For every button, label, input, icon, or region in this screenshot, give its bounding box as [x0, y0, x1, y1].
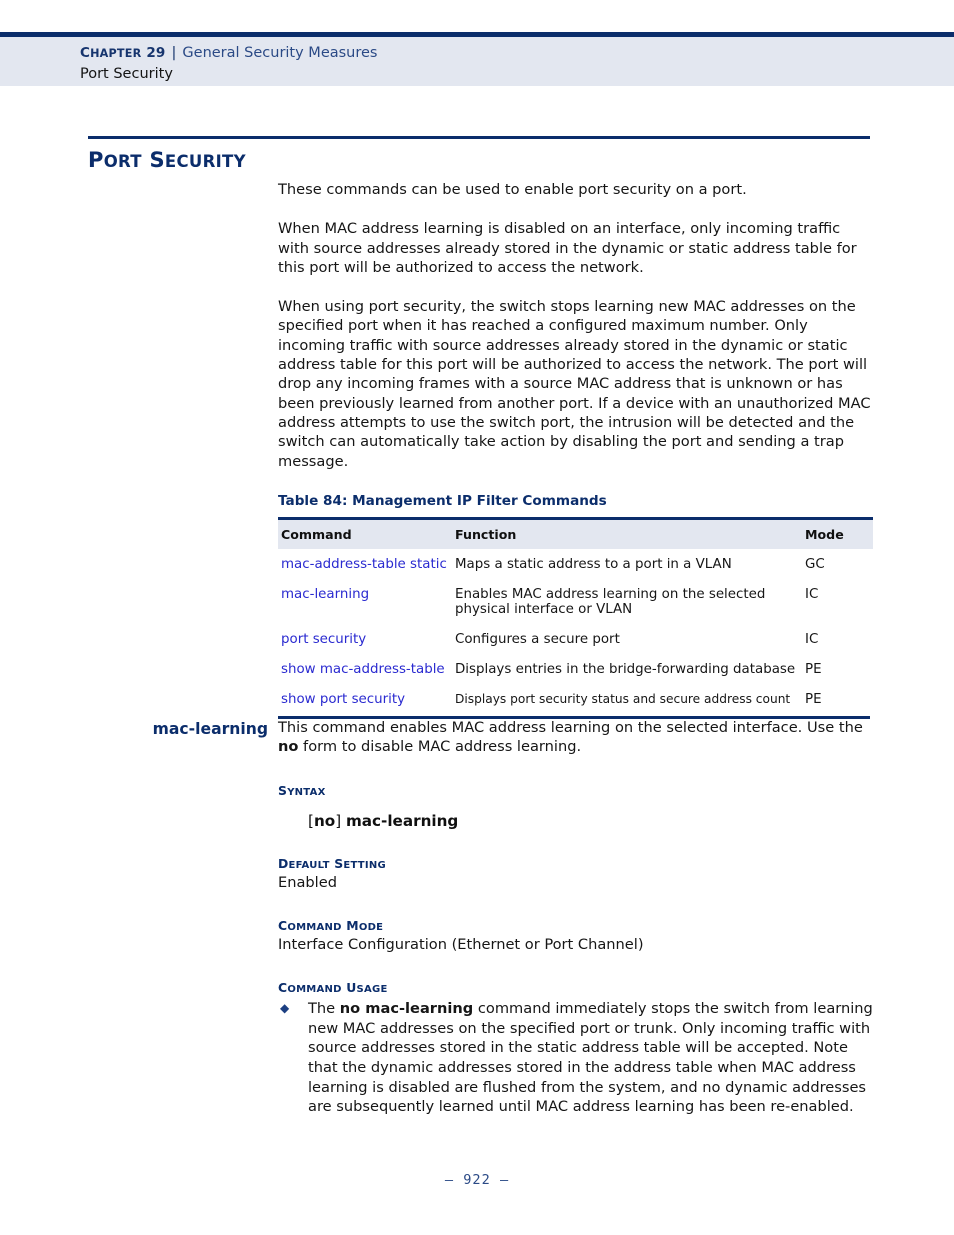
command-mode-heading: COMMAND MODE [278, 917, 384, 933]
header-chapter-line: CHAPTER 29 | General Security Measures [80, 44, 880, 63]
command-link[interactable]: mac-address-table static [278, 549, 455, 579]
command-function: Enables MAC address learning on the sele… [455, 586, 766, 617]
syntax-no-keyword: no [313, 811, 336, 830]
command-description-keyword: no [278, 738, 299, 756]
column-header-function: Function [455, 516, 805, 549]
default-setting-value: Enabled [278, 873, 337, 891]
command-description: This command enables MAC address learnin… [278, 719, 863, 756]
table-row: port security Configures a secure port I… [278, 624, 873, 654]
command-usage-heading: COMMAND USAGE [278, 980, 388, 996]
page-number-footer: – 922 – [444, 1172, 510, 1188]
header-topic: General Security Measures [182, 45, 378, 61]
intro-paragraph-3: When using port security, the switch sto… [278, 298, 871, 470]
diamond-bullet-icon: ◆ [280, 1001, 290, 1016]
main-content: These commands can be used to enable por… [278, 180, 874, 719]
header-subtitle: Port Security [80, 66, 173, 82]
command-entry-body: This command enables MAC address learnin… [278, 718, 874, 1117]
default-setting-heading: DEFAULT SETTING [278, 855, 386, 871]
running-header: CHAPTER 29 | General Security Measures Por… [80, 44, 880, 84]
usage-keyword: no mac-learning [339, 1000, 474, 1018]
table-row: mac-learning Enables MAC address learnin… [278, 579, 873, 624]
table-row: show port security Displays port securit… [278, 684, 873, 714]
command-function: Displays entries in the bridge-forwardin… [455, 661, 796, 677]
command-link[interactable]: mac-learning [278, 579, 455, 624]
command-mode: PE [805, 661, 822, 677]
command-entry-title: mac-learning [152, 720, 268, 738]
command-mode: PE [805, 691, 822, 707]
table-row: show mac-address-table Displays entries … [278, 654, 873, 684]
command-mode: GC [805, 556, 825, 572]
syntax-statement: [no] mac-learning [308, 811, 459, 830]
command-link[interactable]: port security [278, 624, 455, 654]
list-item: ◆ The no mac-learning command immediately… [280, 1000, 873, 1116]
command-usage-list: ◆ The no mac-learning command immediately… [278, 999, 874, 1117]
command-summary-table: Command Function Mode mac-address-table … [278, 516, 873, 714]
table-header-row: Command Function Mode [278, 516, 873, 549]
header-separator: | [171, 45, 177, 61]
intro-paragraph-1: These commands can be used to enable por… [278, 181, 747, 198]
command-function: Maps a static address to a port in a VLA… [455, 556, 732, 572]
table-caption: Table 84: Management IP Filter Commands [278, 492, 607, 509]
page-title: PORT SECURITY [88, 148, 246, 172]
intro-paragraph-2: When MAC address learning is disabled on… [278, 220, 857, 276]
section-title-rule [88, 136, 870, 139]
command-link[interactable]: show port security [278, 684, 455, 714]
command-mode: IC [805, 631, 819, 647]
command-function: Configures a secure port [455, 631, 620, 647]
syntax-command-keyword: mac-learning [345, 811, 459, 830]
table-head: Command Function Mode [278, 516, 873, 549]
command-mode: IC [805, 586, 819, 602]
table-row: mac-address-table static Maps a static a… [278, 549, 873, 579]
command-link[interactable]: show mac-address-table [278, 654, 455, 684]
column-header-mode: Mode [805, 516, 873, 549]
table-body: mac-address-table static Maps a static a… [278, 549, 873, 714]
command-mode-value: Interface Configuration (Ethernet or Por… [278, 935, 644, 953]
command-entry-mac-learning: mac-learning This command enables MAC ad… [88, 718, 874, 1117]
syntax-heading: SYNTAX [278, 782, 326, 798]
command-function: Displays port security status and secure… [455, 691, 791, 706]
header-chapter-label: CHAPTER 29 [80, 45, 166, 61]
column-header-command: Command [278, 516, 455, 549]
